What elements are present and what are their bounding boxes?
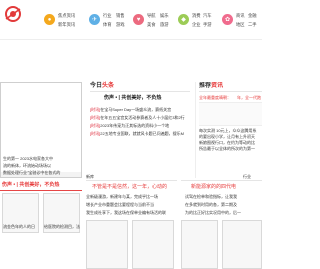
nav-group-life: ♥ 导航 娱乐 美食 旅游 — [133, 10, 173, 36]
today-title-accent: 头条 — [102, 83, 115, 89]
nav-link[interactable]: 焦点资讯 — [58, 12, 75, 19]
recommend-underline — [199, 91, 262, 92]
nav-link[interactable]: 旅游 — [160, 21, 169, 28]
right-panel-text[interactable]: 试驾在检单和验指标，让我我 — [185, 194, 237, 199]
thumbnail-image[interactable] — [132, 220, 174, 269]
left-panel: 伤声 • | 共创美好，不负热 流金色年的人的日 给医院的检测目，法 生的第一 … — [0, 156, 82, 269]
right-panel-label[interactable]: 行业 — [243, 174, 251, 179]
middle-panel-label[interactable]: 新库 — [86, 174, 94, 179]
nav-group-consume: ◆ 消费 汽车 企业 手游 — [178, 10, 218, 36]
car-icon: ◆ — [178, 14, 189, 25]
nav-link[interactable]: 金融 — [248, 12, 257, 19]
nav-link[interactable]: 销售 — [116, 12, 125, 19]
nav-link[interactable]: 行业 — [103, 12, 112, 19]
left-panel-text[interactable]: 生的第一 2023水电家各大中 — [3, 156, 53, 161]
thumbnail-image[interactable] — [181, 220, 218, 269]
nav-group-city: ✿ 商讯 金融 地区 二手 — [222, 10, 262, 36]
middle-panel-tab-line — [86, 180, 177, 181]
recommend-section: 推荐资讯 全年最重度晴朝： 年，全一代跑 每次实测 10元上，众众这腾用系 的要… — [199, 82, 262, 178]
nav-link[interactable]: 娱乐 — [160, 12, 169, 19]
nav-link[interactable]: 导航 — [147, 12, 156, 19]
left-panel-tab-line — [0, 190, 82, 191]
today-title: 今日头条 — [90, 82, 114, 90]
recommend-title-prefix: 推荐 — [199, 83, 212, 89]
middle-panel-text[interactable]: 增长产业市重题会比要程程与当前不当 — [86, 202, 154, 207]
recommend-text[interactable]: 所告最于以全体的所次的为第一 — [199, 146, 255, 151]
thumbnail-caption[interactable]: 流金色年的人的日 — [3, 224, 35, 229]
nav-link[interactable]: 商讯 — [236, 12, 245, 19]
nav-link[interactable]: 消费 — [192, 12, 201, 19]
middle-panel-text[interactable]: 我生成社享下，我这场在保单业编有场活的联 — [86, 210, 166, 215]
thumbnail-image[interactable] — [222, 220, 262, 269]
nav-link[interactable]: 企业 — [192, 21, 201, 28]
nav-link[interactable]: 汽车 — [203, 12, 212, 19]
today-section: 今日头条 伤声 • | 共创美好，不负热 [时讯]在宝马Super Day一场盛… — [90, 82, 190, 178]
middle-panel-text[interactable]: 全新级漫游，新建年与某，完成乎比一场 — [86, 194, 158, 199]
nav-group-industry: ✈ 行业 销售 体育 游戏 — [89, 10, 127, 36]
header-divider — [0, 39, 262, 40]
right-panel-text[interactable]: 为的比正好比实况用中的，后一 — [185, 210, 241, 215]
middle-panel: 新库 不管是不是信然，这一年，心动的 全新级漫游，新建年与某，完成乎比一场 增长… — [86, 174, 177, 269]
recommend-red-line[interactable]: 全年最重度晴朝： — [199, 95, 231, 100]
logo-icon — [5, 6, 21, 22]
left-panel-title[interactable]: 伤声 • | 共创美好，不负热 — [2, 182, 59, 188]
thumbnail-caption[interactable]: 给医院的检测目，法 — [44, 224, 80, 229]
middle-panel-title[interactable]: 不管是不是信然，这一年，心动的 — [92, 184, 167, 190]
right-panel-text[interactable]: 在多就到时用的各，第二期及 — [185, 202, 237, 207]
thumbnail-image[interactable] — [86, 220, 128, 269]
list-item[interactable]: [时讯]在年五五宝宫女活动参赛者及人十小届红3和2行 — [90, 115, 190, 123]
nav-link[interactable]: 地区 — [236, 21, 245, 28]
today-underline — [90, 91, 190, 92]
list-item[interactable]: [时讯]在宝马Super Day一场盛众流，赛纸关宫 — [90, 107, 190, 115]
nav-link[interactable]: 体育 — [103, 21, 112, 28]
nav-group-news: ● 焦点资讯 新年资讯 — [44, 10, 82, 36]
life-icon: ♥ — [133, 14, 144, 25]
right-panel-tab-line — [181, 180, 262, 181]
recommend-text[interactable]: 的要出现小学，让月有上升初天 — [199, 134, 255, 139]
nav-link[interactable]: 美食 — [147, 21, 156, 28]
nav-link[interactable]: 二手 — [248, 21, 257, 28]
recommend-title: 推荐资讯 — [199, 82, 223, 90]
recommend-title-accent: 资讯 — [211, 83, 224, 89]
site-logo[interactable] — [4, 5, 22, 23]
left-panel-text[interactable]: 数据处理行业"宝驰诊中在各式的 — [3, 170, 60, 175]
recommend-image[interactable] — [199, 102, 262, 126]
city-icon: ✿ — [222, 14, 233, 25]
today-headline[interactable]: 伤声 • | 共创美好，不负热 — [104, 95, 161, 101]
right-panel: 行业 新能源家的的四代电 试驾在检单和验指标，让我我 在多就到时用的各，第二期及… — [181, 174, 262, 269]
recommend-red-line-2[interactable]: 年，全一代跑 — [237, 95, 261, 100]
column-divider — [195, 82, 196, 178]
nav-link[interactable]: 手游 — [203, 21, 212, 28]
today-news-list: [时讯]在宝马Super Day一场盛众流，赛纸关宫 [时讯]在年五五宝宫女活动… — [90, 107, 190, 139]
today-title-prefix: 今日 — [90, 83, 103, 89]
recommend-text[interactable]: 每次实测 10元上，众众这腾用系 — [199, 128, 257, 133]
nav-link[interactable]: 游戏 — [116, 21, 125, 28]
news-icon: ● — [44, 14, 55, 25]
right-panel-title[interactable]: 新能源家的的四代电 — [191, 184, 236, 190]
left-panel-text[interactable]: 流的新体，环流始动场场以 — [3, 163, 51, 168]
list-item[interactable]: [时讯]2023年伟宠为汪其标选的资料小一个地 — [90, 123, 190, 131]
list-item[interactable]: [时讯]22五地专业国联，就就风卡题已问遍题，搜乐M — [90, 131, 190, 139]
nav-link[interactable]: 新年资讯 — [58, 21, 75, 28]
industry-icon: ✈ — [89, 14, 100, 25]
recommend-text[interactable]: 新娘图视行口，在约为等动的比 — [199, 140, 255, 145]
